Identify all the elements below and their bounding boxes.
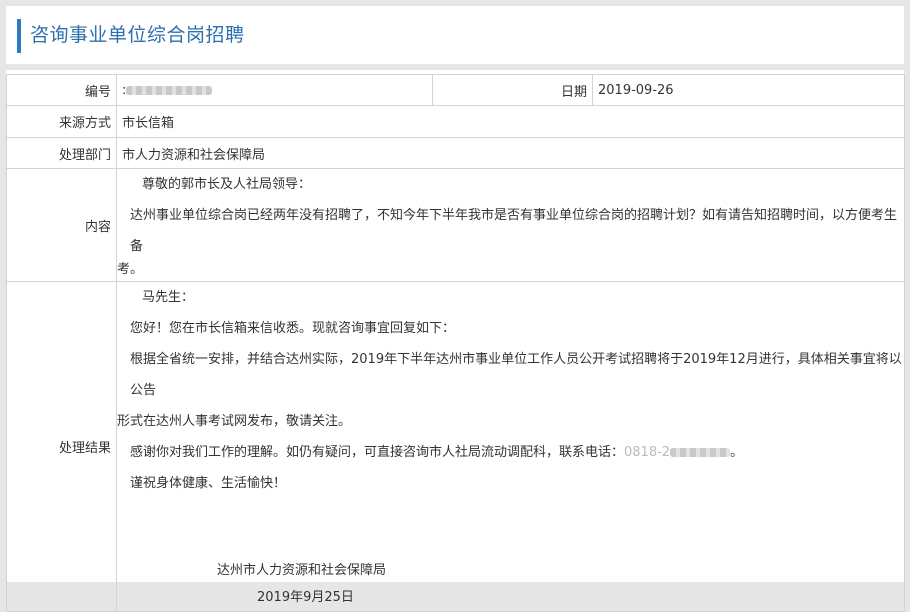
date-label: 日期 xyxy=(432,74,593,106)
content-body-line-1: 达州事业单位综合岗已经两年没有招聘了，不知今年下半年我市是否有事业单位综合岗的招… xyxy=(130,208,898,254)
page: 咨询事业单位综合岗招聘 编号 : 日期 2019-09-26 来源方式 市长信箱 xyxy=(0,0,910,612)
header-accent-bar xyxy=(17,19,21,53)
result-line-2a: 根据全省统一安排，并结合达州实际，2019年下半年达州市事业单位工作人员公开考试… xyxy=(130,352,902,398)
phone-masked: 0818-2 xyxy=(624,445,671,460)
result-line-1: 您好！您在市长信箱来信收悉。现就咨询事宜回复如下： xyxy=(130,321,456,336)
row-content: 内容 尊敬的郭市长及人社局领导： 达州事业单位综合岗已经两年没有招聘了，不知今年… xyxy=(6,168,905,282)
number-value: : xyxy=(116,74,433,106)
content-body-line-2: 考。 xyxy=(117,262,144,277)
row-department: 处理部门 市人力资源和社会保障局 xyxy=(6,137,905,169)
source-label: 来源方式 xyxy=(6,105,117,138)
phone-redacted xyxy=(670,448,731,457)
result-sign-date: 2019年9月25日 xyxy=(257,590,354,605)
number-label: 编号 xyxy=(6,74,117,106)
record-table: 编号 : 日期 2019-09-26 来源方式 市长信箱 处理部门 市人力资源和… xyxy=(6,74,905,612)
date-value: 2019-09-26 xyxy=(592,74,905,106)
result-line-2b: 形式在达州人事考试网发布，敬请关注。 xyxy=(117,414,352,429)
row-result: 处理结果 马先生： 您好！您在市长信箱来信收悉。现就咨询事宜回复如下： 根据全省… xyxy=(6,281,905,612)
result-label: 处理结果 xyxy=(6,281,117,612)
result-sign-org: 达州市人力资源和社会保障局 xyxy=(217,563,387,578)
result-line-3: 感谢你对我们工作的理解。如仍有疑问，可直接咨询市人社局流动调配科，联系电话：08… xyxy=(117,437,904,468)
result-spacer xyxy=(117,499,904,557)
department-label: 处理部门 xyxy=(6,137,117,169)
result-value: 马先生： 您好！您在市长信箱来信收悉。现就咨询事宜回复如下： 根据全省统一安排，… xyxy=(116,281,905,612)
page-title: 咨询事业单位综合岗招聘 xyxy=(30,24,245,46)
result-line-3-text: 感谢你对我们工作的理解。如仍有疑问，可直接咨询市人社局流动调配科，联系电话： xyxy=(130,445,625,460)
content-value: 尊敬的郭市长及人社局领导： 达州事业单位综合岗已经两年没有招聘了，不知今年下半年… xyxy=(116,168,905,282)
number-redacted xyxy=(126,85,213,95)
page-header: 咨询事业单位综合岗招聘 xyxy=(6,6,904,64)
source-value: 市长信箱 xyxy=(116,105,905,138)
record-panel: 编号 : 日期 2019-09-26 来源方式 市长信箱 处理部门 市人力资源和… xyxy=(6,70,905,612)
content-greeting: 尊敬的郭市长及人社局领导： xyxy=(142,177,312,192)
row-number-date: 编号 : 日期 2019-09-26 xyxy=(6,74,905,106)
department-value: 市人力资源和社会保障局 xyxy=(116,137,905,169)
content-label: 内容 xyxy=(6,168,117,282)
result-line-4: 谨祝身体健康、生活愉快！ xyxy=(130,476,287,491)
row-source: 来源方式 市长信箱 xyxy=(6,105,905,138)
result-greeting: 马先生： xyxy=(142,290,195,305)
result-line-3-end: 。 xyxy=(730,445,744,460)
